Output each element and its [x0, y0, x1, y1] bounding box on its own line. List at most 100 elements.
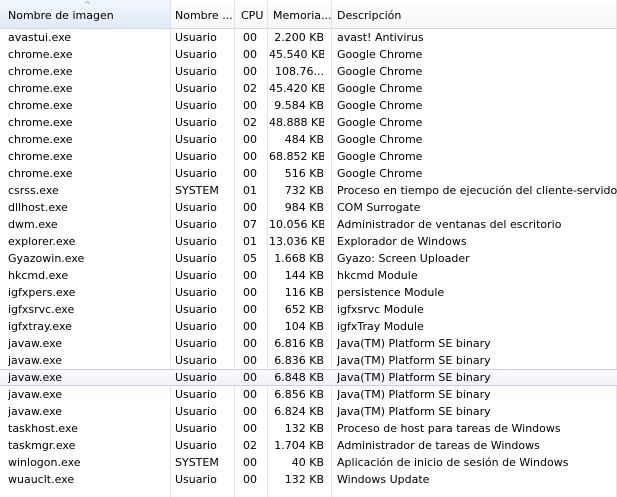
process-user-name: Usuario	[175, 337, 217, 350]
process-image-name: igfxsrvc.exe	[8, 303, 75, 316]
table-row[interactable]: igfxtray.exe Usuario 00 104 KB igfxTray Modu…	[0, 318, 617, 335]
table-row[interactable]: wuauclt.exe Usuario 00 132 KB Windows Update	[0, 471, 617, 488]
process-image-name: Gyazowin.exe	[8, 252, 85, 265]
process-memory: 732 KB	[284, 184, 324, 197]
process-image-name: chrome.exe	[8, 82, 73, 95]
process-image-name: winlogon.exe	[8, 456, 81, 469]
process-memory: 6.816 KB	[274, 337, 324, 350]
process-description: Google Chrome	[337, 48, 423, 61]
process-image-name: chrome.exe	[8, 48, 73, 61]
process-user-name: Usuario	[175, 303, 217, 316]
table-row[interactable]: taskmgr.exe Usuario 02 1.704 KB Administrado…	[0, 437, 617, 454]
table-row[interactable]: javaw.exe Usuario 00 6.856 KB Java(TM) Platf…	[0, 386, 617, 403]
process-cpu: 05	[243, 252, 257, 265]
process-image-name: dllhost.exe	[8, 201, 68, 214]
table-row[interactable]: javaw.exe Usuario 00 6.824 KB Java(TM) Platf…	[0, 403, 617, 420]
table-row[interactable]: hkcmd.exe Usuario 00 144 KB hkcmd Module	[0, 267, 617, 284]
process-memory: 45.540 KB	[269, 48, 324, 61]
table-row[interactable]: igfxsrvc.exe Usuario 00 652 KB igfxsrvc Modu…	[0, 301, 617, 318]
process-description: igfxTray Module	[337, 320, 424, 333]
table-row[interactable]: chrome.exe Usuario 00 68.852 KB Google Chrom…	[0, 148, 617, 165]
column-header-user-name[interactable]: Nombre ...	[175, 0, 235, 28]
process-cpu: 00	[243, 456, 257, 469]
table-row[interactable]: chrome.exe Usuario 00 516 KB Google Chrome	[0, 165, 617, 182]
process-cpu: 07	[243, 218, 257, 231]
process-cpu: 00	[243, 371, 257, 384]
table-row[interactable]: javaw.exe Usuario 00 6.848 KB Java(TM) Platf…	[0, 369, 617, 386]
process-memory: 116 KB	[284, 286, 324, 299]
table-row[interactable]: chrome.exe Usuario 00 108.76... Google Chrom…	[0, 63, 617, 80]
process-user-name: Usuario	[175, 218, 217, 231]
process-description: Google Chrome	[337, 116, 423, 129]
process-description: Google Chrome	[337, 65, 423, 78]
process-description: Java(TM) Platform SE binary	[337, 337, 491, 350]
process-image-name: chrome.exe	[8, 167, 73, 180]
process-memory: 2.200 KB	[274, 31, 324, 44]
process-image-name: explorer.exe	[8, 235, 76, 248]
table-row[interactable]: taskhost.exe Usuario 00 132 KB Proceso de ho…	[0, 420, 617, 437]
process-memory: 40 KB	[291, 456, 324, 469]
process-image-name: avastui.exe	[8, 31, 72, 44]
process-cpu: 00	[243, 133, 257, 146]
process-cpu: 00	[243, 48, 257, 61]
process-user-name: Usuario	[175, 473, 217, 486]
process-memory: 48.888 KB	[269, 116, 324, 129]
process-image-name: chrome.exe	[8, 65, 73, 78]
process-description: Google Chrome	[337, 99, 423, 112]
table-row[interactable]: igfxpers.exe Usuario 00 116 KB persistence M…	[0, 284, 617, 301]
table-row[interactable]: chrome.exe Usuario 02 45.420 KB Google Chrom…	[0, 80, 617, 97]
process-memory: 984 KB	[284, 201, 324, 214]
table-row[interactable]: javaw.exe Usuario 00 6.836 KB Java(TM) Platf…	[0, 352, 617, 369]
column-header-cpu-label: CPU	[241, 9, 264, 22]
sort-ascending-icon: ^	[84, 0, 91, 9]
column-header-cpu[interactable]: CPU	[241, 0, 269, 28]
process-description: avast! Antivirus	[337, 31, 424, 44]
table-row[interactable]: chrome.exe Usuario 00 484 KB Google Chrome	[0, 131, 617, 148]
process-image-name: javaw.exe	[8, 405, 63, 418]
table-row[interactable]: chrome.exe Usuario 02 48.888 KB Google Chrom…	[0, 114, 617, 131]
table-row[interactable]: dwm.exe Usuario 07 10.056 KB Administrador d…	[0, 216, 617, 233]
process-cpu: 00	[243, 65, 257, 78]
process-image-name: csrss.exe	[8, 184, 59, 197]
table-header: ^ Nombre de imagen Nombre ... CPU Memori…	[0, 0, 617, 29]
process-cpu: 00	[243, 388, 257, 401]
process-image-name: chrome.exe	[8, 116, 73, 129]
process-user-name: Usuario	[175, 48, 217, 61]
process-description: Proceso en tiempo de ejecución del clien…	[337, 184, 617, 197]
process-description: COM Surrogate	[337, 201, 421, 214]
table-row[interactable]: winlogon.exe SYSTEM 00 40 KB Aplicación de i…	[0, 454, 617, 471]
process-cpu: 00	[243, 201, 257, 214]
column-header-memory[interactable]: Memoria...	[273, 0, 331, 28]
process-description: Gyazo: Screen Uploader	[337, 252, 470, 265]
process-image-name: igfxtray.exe	[8, 320, 72, 333]
process-user-name: Usuario	[175, 320, 217, 333]
process-memory: 132 KB	[284, 422, 324, 435]
table-row[interactable]: explorer.exe Usuario 01 13.036 KB Explorador…	[0, 233, 617, 250]
table-row[interactable]: csrss.exe SYSTEM 01 732 KB Proceso en tiempo…	[0, 182, 617, 199]
process-user-name: Usuario	[175, 405, 217, 418]
column-header-description[interactable]: Descripción	[337, 0, 537, 28]
process-user-name: Usuario	[175, 99, 217, 112]
process-description: persistence Module	[337, 286, 445, 299]
process-user-name: SYSTEM	[175, 456, 219, 469]
process-memory: 68.852 KB	[269, 150, 324, 163]
table-row[interactable]: javaw.exe Usuario 00 6.816 KB Java(TM) Platf…	[0, 335, 617, 352]
process-cpu: 00	[243, 320, 257, 333]
process-description: Google Chrome	[337, 133, 423, 146]
table-row[interactable]: chrome.exe Usuario 00 9.584 KB Google Chrome	[0, 97, 617, 114]
column-header-image-name[interactable]: ^ Nombre de imagen	[0, 0, 170, 28]
process-image-name: igfxpers.exe	[8, 286, 76, 299]
process-description: Java(TM) Platform SE binary	[337, 388, 491, 401]
table-row[interactable]: avastui.exe Usuario 00 2.200 KB avast! Antiv…	[0, 29, 617, 46]
process-memory: 6.824 KB	[274, 405, 324, 418]
process-user-name: Usuario	[175, 150, 217, 163]
table-row[interactable]: Gyazowin.exe Usuario 05 1.668 KB Gyazo: Scre…	[0, 250, 617, 267]
table-row[interactable]: chrome.exe Usuario 00 45.540 KB Google Chrom…	[0, 46, 617, 63]
process-image-name: javaw.exe	[8, 337, 63, 350]
process-cpu: 00	[243, 337, 257, 350]
process-memory: 144 KB	[284, 269, 324, 282]
process-image-name: javaw.exe	[8, 388, 63, 401]
table-row[interactable]: dllhost.exe Usuario 00 984 KB COM Surrogate	[0, 199, 617, 216]
column-header-description-label: Descripción	[337, 9, 402, 22]
process-description: Administrador de ventanas del escritorio	[337, 218, 562, 231]
